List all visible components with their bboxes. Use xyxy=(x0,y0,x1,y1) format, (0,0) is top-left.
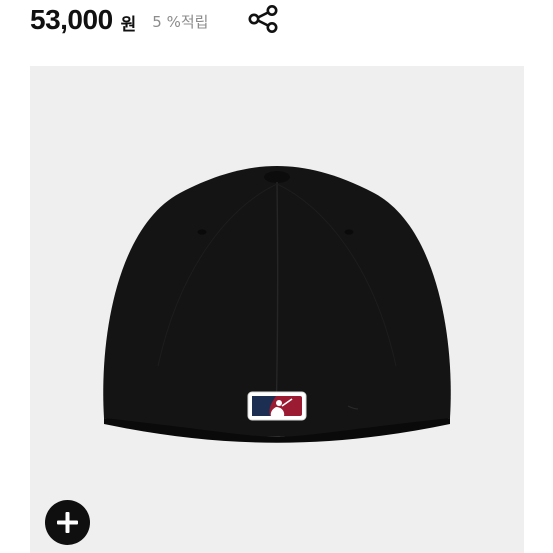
eyelet xyxy=(344,229,354,235)
share-button[interactable] xyxy=(246,4,280,34)
product-image xyxy=(103,166,451,443)
points-rate: 5 %적립 xyxy=(152,12,209,31)
price-amount: 53,000 xyxy=(30,4,113,35)
price-row: 53,000 원 5 %적립 xyxy=(30,2,208,38)
expand-image-button[interactable] xyxy=(45,500,90,545)
share-icon xyxy=(248,5,278,33)
price-currency: 원 xyxy=(120,14,137,35)
eyelet xyxy=(197,229,207,235)
mlb-logo xyxy=(247,391,307,421)
product-detail: 53,000 원 5 %적립 xyxy=(0,0,553,553)
product-image-container[interactable] xyxy=(30,66,524,553)
plus-icon xyxy=(57,512,78,533)
cap-button xyxy=(264,171,290,183)
